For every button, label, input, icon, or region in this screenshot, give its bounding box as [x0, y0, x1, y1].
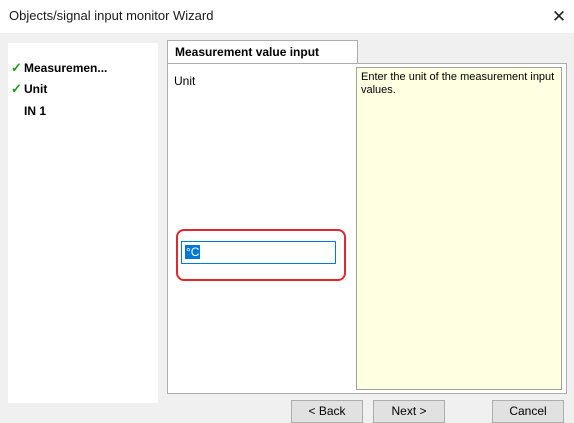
tab-measurement-value-input[interactable]: Measurement value input	[167, 40, 358, 64]
cancel-button[interactable]: Cancel	[492, 400, 564, 423]
step-label: Unit	[24, 82, 48, 96]
next-button[interactable]: Next >	[373, 400, 445, 423]
unit-label: Unit	[174, 74, 196, 88]
close-icon: ✕	[551, 7, 567, 26]
unit-input[interactable]: °C	[181, 241, 336, 264]
help-text-box: Enter the unit of the measurement input …	[356, 67, 562, 390]
close-button[interactable]: ✕	[544, 0, 574, 33]
step-item-measurement[interactable]: ✓ Measuremen...	[11, 60, 107, 78]
step-label: Measuremen...	[24, 61, 108, 75]
checkmark-icon: ✓	[11, 60, 22, 75]
window-title: Objects/signal input monitor Wizard	[9, 8, 214, 23]
step-label: IN 1	[24, 104, 47, 118]
unit-input-value: °C	[185, 245, 201, 259]
title-bar: Objects/signal input monitor Wizard ✕	[0, 0, 574, 33]
step-item-in1[interactable]: IN 1	[24, 104, 46, 122]
step-item-unit[interactable]: ✓ Unit	[11, 81, 47, 99]
checkmark-icon: ✓	[11, 81, 22, 96]
wizard-steps-panel: ✓ Measuremen... ✓ Unit IN 1	[8, 43, 158, 403]
back-button[interactable]: < Back	[291, 400, 363, 423]
